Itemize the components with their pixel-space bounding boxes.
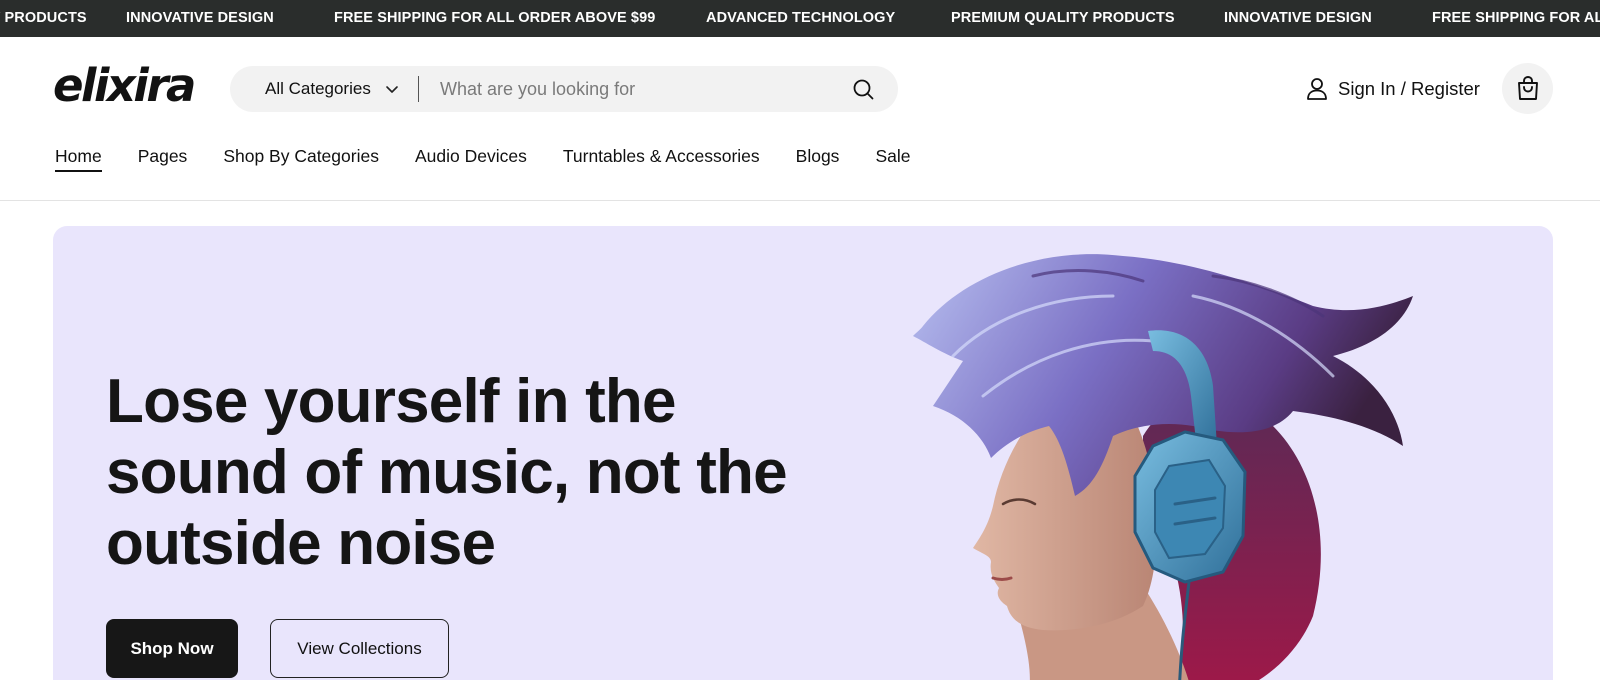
search-icon[interactable]: [852, 78, 874, 100]
hero-headline: Lose yourself in the sound of music, not…: [106, 366, 788, 579]
nav-item-blogs[interactable]: Blogs: [796, 144, 840, 172]
announcement-item: ADVANCED TECHNOLOGY: [706, 10, 896, 26]
announcement-item: FREE SHIPPING FOR ALL ORDER ABOVE $99: [1432, 10, 1600, 26]
site-logo[interactable]: elixira: [53, 58, 196, 114]
hero-headline-line: sound of music, not the: [106, 438, 788, 507]
user-icon: [1307, 78, 1327, 100]
header-divider: [0, 200, 1600, 201]
search-divider: [418, 76, 419, 102]
hero-image: [913, 254, 1413, 680]
announcement-item: PREMIUM QUALITY PRODUCTS: [951, 10, 1175, 26]
shop-now-button[interactable]: Shop Now: [106, 619, 238, 678]
announcement-bar: PREMIUM QUALITY PRODUCTS INNOVATIVE DESI…: [0, 0, 1600, 37]
sign-in-register-link[interactable]: Sign In / Register: [1306, 75, 1480, 103]
announcement-item: PREMIUM QUALITY PRODUCTS: [0, 10, 87, 26]
nav-item-audio-devices[interactable]: Audio Devices: [415, 144, 527, 172]
category-select-label: All Categories: [265, 79, 371, 98]
chevron-down-icon[interactable]: [384, 81, 400, 97]
cart-button[interactable]: [1502, 63, 1553, 114]
search-bar: All Categories: [230, 66, 898, 112]
hero-headline-line: outside noise: [106, 509, 496, 578]
shopping-bag-icon: [1518, 76, 1538, 100]
main-nav: Home Pages Shop By Categories Audio Devi…: [55, 144, 946, 172]
category-select[interactable]: All Categories: [265, 66, 371, 112]
nav-item-pages[interactable]: Pages: [138, 144, 188, 172]
announcement-item: INNOVATIVE DESIGN: [1224, 10, 1372, 26]
nav-item-sale[interactable]: Sale: [875, 144, 910, 172]
announcement-item: FREE SHIPPING FOR ALL ORDER ABOVE $99: [334, 10, 656, 26]
search-input[interactable]: [440, 73, 840, 105]
announcement-item: INNOVATIVE DESIGN: [126, 10, 274, 26]
sign-in-label: Sign In / Register: [1338, 78, 1480, 99]
nav-item-turntables-accessories[interactable]: Turntables & Accessories: [563, 144, 760, 172]
nav-item-home[interactable]: Home: [55, 144, 102, 172]
hero-headline-line: Lose yourself in the: [106, 367, 676, 436]
hero-banner: Lose yourself in the sound of music, not…: [53, 226, 1553, 680]
nav-item-shop-by-categories[interactable]: Shop By Categories: [223, 144, 379, 172]
view-collections-button[interactable]: View Collections: [270, 619, 449, 678]
